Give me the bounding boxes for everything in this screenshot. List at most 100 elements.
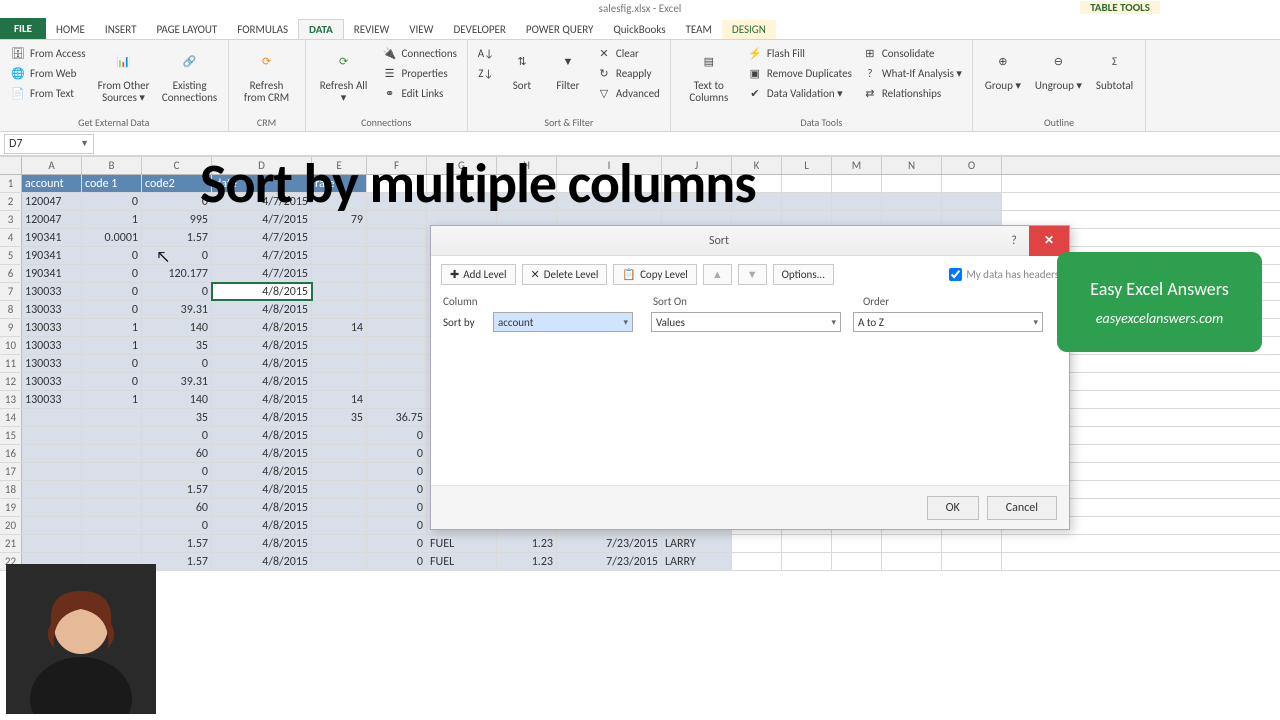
cell[interactable]: 190341 [22, 247, 82, 264]
cell[interactable] [82, 463, 142, 480]
tab-power-query[interactable]: POWER QUERY [516, 20, 603, 39]
cell[interactable]: 4/7/2015 [212, 229, 312, 246]
row-header[interactable]: 2 [0, 193, 22, 210]
cell[interactable] [312, 373, 367, 390]
cell[interactable]: 4/8/2015 [212, 319, 312, 336]
cell[interactable]: 14 [312, 319, 367, 336]
dialog-help-button[interactable]: ? [999, 226, 1029, 256]
cell[interactable]: 0 [142, 427, 212, 444]
cell[interactable] [782, 553, 832, 570]
cell[interactable]: 140 [142, 319, 212, 336]
my-data-has-headers-checkbox[interactable]: My data has headers [949, 268, 1059, 281]
relationships-button[interactable]: ⇄Relationships [860, 84, 964, 102]
cell[interactable] [312, 301, 367, 318]
cell[interactable] [732, 535, 782, 552]
cell[interactable]: 4/8/2015 [212, 337, 312, 354]
cancel-button[interactable]: Cancel [987, 496, 1057, 520]
cell[interactable] [882, 175, 942, 192]
col-header[interactable]: A [22, 157, 82, 174]
cell[interactable] [367, 373, 427, 390]
cell[interactable] [367, 391, 427, 408]
cell[interactable]: 4/8/2015 [212, 445, 312, 462]
ok-button[interactable]: OK [927, 496, 979, 520]
cell[interactable]: 4/8/2015 [212, 463, 312, 480]
tab-formulas[interactable]: FORMULAS [227, 20, 298, 39]
cell[interactable] [22, 499, 82, 516]
cell[interactable]: 0 [142, 517, 212, 534]
cell[interactable]: 0 [142, 355, 212, 372]
tab-home[interactable]: HOME [46, 20, 95, 39]
cell[interactable]: 1.57 [142, 535, 212, 552]
tab-data[interactable]: DATA [298, 19, 344, 39]
cell[interactable] [367, 283, 427, 300]
cell[interactable] [312, 535, 367, 552]
cell[interactable] [82, 445, 142, 462]
cell[interactable] [832, 193, 882, 210]
cell[interactable]: code 1 [82, 175, 142, 192]
cell[interactable]: 1.23 [497, 535, 557, 552]
cell[interactable]: 0 [367, 535, 427, 552]
cell[interactable]: 0 [367, 427, 427, 444]
cell[interactable] [82, 517, 142, 534]
cell[interactable]: 0 [367, 553, 427, 570]
cell[interactable]: 4/8/2015 [212, 553, 312, 570]
cell[interactable]: 130033 [22, 373, 82, 390]
cell[interactable]: 0 [367, 499, 427, 516]
reapply-button[interactable]: ↻Reapply [594, 64, 662, 82]
cell[interactable]: 120047 [22, 193, 82, 210]
cell[interactable] [312, 553, 367, 570]
cell[interactable] [82, 499, 142, 516]
cell[interactable] [367, 355, 427, 372]
cell[interactable]: 0 [142, 247, 212, 264]
row-header[interactable]: 16 [0, 445, 22, 462]
row-header[interactable]: 1 [0, 175, 22, 192]
move-up-button[interactable]: ▲ [703, 264, 732, 285]
cell[interactable] [782, 193, 832, 210]
advanced-button[interactable]: ▽Advanced [594, 84, 662, 102]
cell[interactable] [367, 247, 427, 264]
cell[interactable] [82, 535, 142, 552]
options-button[interactable]: Options... [773, 264, 834, 285]
flash-fill-button[interactable]: ⚡Flash Fill [745, 44, 854, 62]
row-header[interactable]: 6 [0, 265, 22, 282]
cell[interactable]: 0 [367, 517, 427, 534]
cell[interactable]: 4/8/2015 [212, 499, 312, 516]
col-header[interactable]: M [832, 157, 882, 174]
cell[interactable] [312, 247, 367, 264]
cell[interactable]: 190341 [22, 265, 82, 282]
cell[interactable]: 4/8/2015 [212, 409, 312, 426]
cell[interactable] [312, 445, 367, 462]
cell[interactable] [312, 481, 367, 498]
tab-page-layout[interactable]: PAGE LAYOUT [146, 20, 227, 39]
cell[interactable]: 4/8/2015 [212, 517, 312, 534]
cell[interactable]: 4/8/2015 [212, 391, 312, 408]
subtotal-button[interactable]: ΣSubtotal [1092, 44, 1137, 94]
sort-button[interactable]: ⇅Sort [502, 44, 542, 94]
cell[interactable] [312, 427, 367, 444]
cell[interactable]: 35 [142, 337, 212, 354]
cell[interactable] [942, 553, 1002, 570]
cell[interactable]: 1 [82, 391, 142, 408]
tab-developer[interactable]: DEVELOPER [443, 20, 515, 39]
row-header[interactable]: 18 [0, 481, 22, 498]
cell[interactable]: 0 [367, 445, 427, 462]
cell[interactable]: 130033 [22, 283, 82, 300]
cell[interactable]: 4/8/2015 [212, 535, 312, 552]
cell[interactable] [832, 175, 882, 192]
cell[interactable]: 4/8/2015 [212, 481, 312, 498]
cell[interactable]: 130033 [22, 391, 82, 408]
cell[interactable] [367, 301, 427, 318]
cell[interactable]: 4/7/2015 [212, 247, 312, 264]
cell[interactable] [882, 535, 942, 552]
row-header[interactable]: 17 [0, 463, 22, 480]
copy-level-button[interactable]: 📋Copy Level [613, 264, 696, 285]
cell[interactable]: 0 [82, 247, 142, 264]
cell[interactable] [942, 535, 1002, 552]
from-other-sources-button[interactable]: 📊From Other Sources ▾ [94, 44, 154, 106]
row-header[interactable]: 7 [0, 283, 22, 300]
cell[interactable]: 0 [82, 265, 142, 282]
row-header[interactable]: 19 [0, 499, 22, 516]
order-select[interactable]: A to Z▾ [853, 312, 1043, 332]
cell[interactable]: 7/23/2015 [557, 553, 662, 570]
tab-review[interactable]: REVIEW [344, 20, 400, 39]
